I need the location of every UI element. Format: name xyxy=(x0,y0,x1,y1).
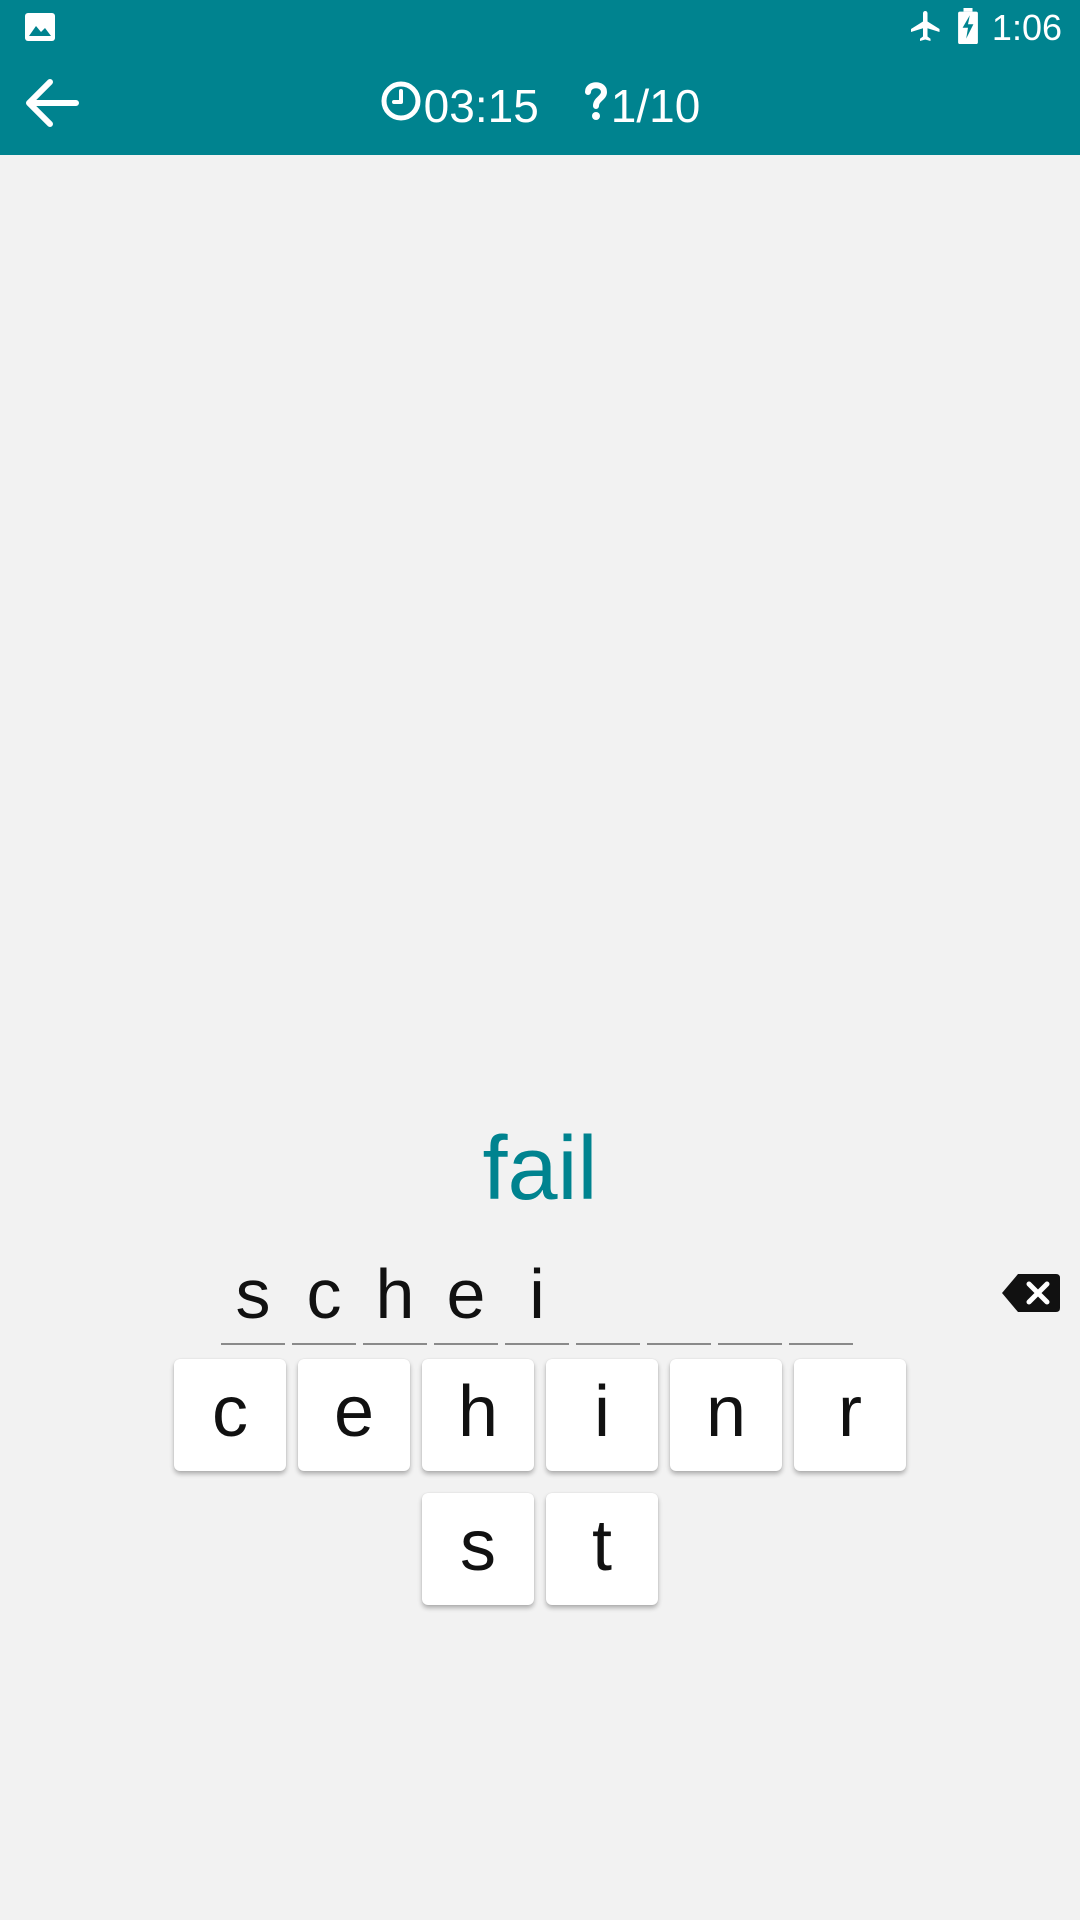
battery-charging-icon xyxy=(956,7,980,49)
answer-slot: i xyxy=(505,1255,569,1345)
letter-key-r[interactable]: r xyxy=(794,1359,906,1471)
answer-slot: e xyxy=(434,1255,498,1345)
prompt-word: fail xyxy=(482,1119,598,1219)
question-counter-value: 1/10 xyxy=(610,80,701,132)
timer: 03:15 xyxy=(380,79,539,133)
clock-icon xyxy=(380,79,422,133)
timer-value: 03:15 xyxy=(423,80,539,132)
letter-key-c[interactable]: c xyxy=(174,1359,286,1471)
image-notification-icon xyxy=(24,12,56,42)
answer-slots: s c h e i xyxy=(221,1255,853,1345)
letter-key-n[interactable]: n xyxy=(670,1359,782,1471)
answer-slot xyxy=(647,1255,711,1345)
letter-keys-row-2: s t xyxy=(0,1493,1080,1605)
answer-slot xyxy=(576,1255,640,1345)
answer-slot xyxy=(789,1255,853,1345)
status-bar-right: 1:06 xyxy=(908,6,1062,50)
answer-slot xyxy=(718,1255,782,1345)
letter-keys-row-1: c e h i n r xyxy=(0,1359,1080,1471)
letter-key-i[interactable]: i xyxy=(546,1359,658,1471)
question-counter: 1/10 xyxy=(583,79,701,133)
backspace-icon xyxy=(1000,1274,1062,1318)
letter-key-s[interactable]: s xyxy=(422,1493,534,1605)
status-time: 1:06 xyxy=(991,7,1062,48)
letter-key-t[interactable]: t xyxy=(546,1493,658,1605)
answer-slot: s xyxy=(221,1255,285,1345)
letter-key-h[interactable]: h xyxy=(422,1359,534,1471)
airplane-mode-icon xyxy=(908,8,944,49)
question-mark-icon xyxy=(583,79,609,133)
answer-slot: c xyxy=(292,1255,356,1345)
app-bar: 1:06 03:15 1/10 xyxy=(0,0,1080,155)
answer-slot: h xyxy=(363,1255,427,1345)
backspace-button[interactable] xyxy=(1000,1272,1062,1314)
quiz-header-info: 03:15 1/10 xyxy=(0,80,1080,132)
letter-key-e[interactable]: e xyxy=(298,1359,410,1471)
